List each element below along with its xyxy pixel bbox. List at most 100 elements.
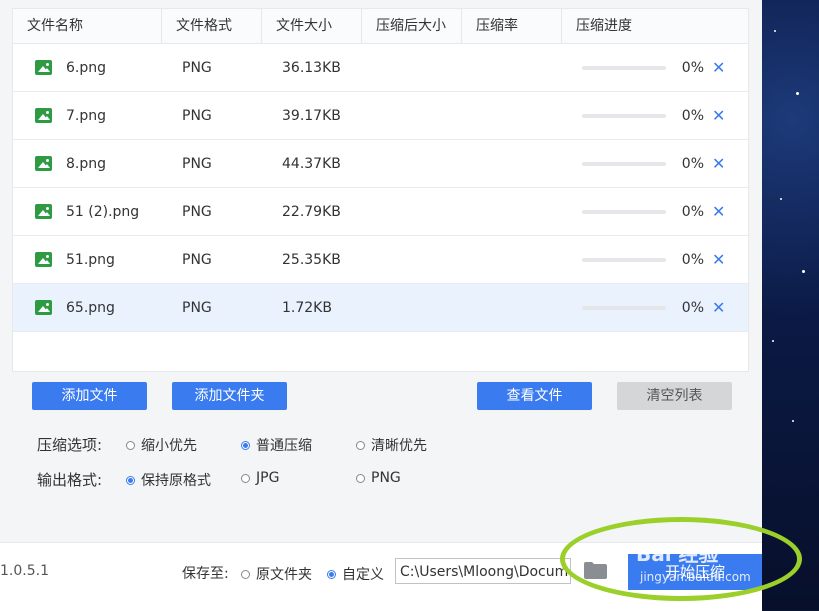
image-file-icon xyxy=(35,60,52,75)
progress-bar xyxy=(582,305,666,310)
star xyxy=(792,420,794,422)
file-format: PNG xyxy=(182,155,212,172)
desktop-background xyxy=(762,0,819,610)
file-format: PNG xyxy=(182,107,212,124)
output-format-png[interactable]: PNG xyxy=(356,470,401,486)
header-compression-rate: 压缩率 xyxy=(462,9,562,43)
file-name: 51 (2).png xyxy=(66,203,140,220)
table-row[interactable]: 51 (2).png PNG 22.79KB 0% ✕ xyxy=(13,188,748,236)
table-row[interactable]: 6.png PNG 36.13KB 0% ✕ xyxy=(13,44,748,92)
progress-bar xyxy=(582,161,666,166)
file-size: 1.72KB xyxy=(282,299,332,316)
radio-button[interactable] xyxy=(356,473,365,483)
progress-percent: 0% xyxy=(681,203,704,220)
save-option-custom[interactable]: 自定义 xyxy=(327,564,384,584)
header-file-size: 文件大小 xyxy=(262,9,362,43)
view-files-button[interactable]: 查看文件 xyxy=(477,382,592,410)
close-icon[interactable]: ✕ xyxy=(712,106,725,125)
compress-option-smaller[interactable]: 缩小优先 xyxy=(126,435,197,455)
file-name-cell: 7.png xyxy=(13,108,162,124)
file-format: PNG xyxy=(182,251,212,268)
radio-label: 保持原格式 xyxy=(141,473,211,489)
output-format-jpg[interactable]: JPG xyxy=(241,470,279,486)
compress-options-label: 压缩选项: xyxy=(37,436,103,454)
progress-cell: 0% ✕ xyxy=(562,154,746,173)
file-size: 25.35KB xyxy=(282,251,341,268)
output-path-input[interactable]: C:\Users\Mloong\Documents xyxy=(395,558,571,584)
table-body: 6.png PNG 36.13KB 0% ✕ 7.png PNG 39.17KB… xyxy=(13,44,748,332)
radio-button[interactable] xyxy=(356,440,365,450)
radio-label: 原文件夹 xyxy=(256,567,312,583)
progress-cell: 0% ✕ xyxy=(562,250,746,269)
star xyxy=(780,198,782,200)
radio-button[interactable] xyxy=(241,473,250,483)
header-compressed-size: 压缩后大小 xyxy=(362,9,462,43)
header-file-name: 文件名称 xyxy=(13,9,162,43)
file-name-cell: 65.png xyxy=(13,300,162,316)
progress-percent: 0% xyxy=(681,251,704,268)
radio-label: 普通压缩 xyxy=(256,438,312,454)
version-text: 1.0.5.1 xyxy=(0,563,49,579)
file-size: 22.79KB xyxy=(282,203,341,220)
table-row[interactable]: 51.png PNG 25.35KB 0% ✕ xyxy=(13,236,748,284)
radio-button[interactable] xyxy=(241,440,250,450)
radio-button[interactable] xyxy=(327,569,336,579)
progress-bar xyxy=(582,65,666,70)
close-icon[interactable]: ✕ xyxy=(712,298,725,317)
radio-label: 清晰优先 xyxy=(371,438,427,454)
star xyxy=(802,270,805,273)
radio-label: 自定义 xyxy=(342,567,384,583)
radio-button[interactable] xyxy=(126,440,135,450)
compress-option-clarity[interactable]: 清晰优先 xyxy=(356,435,427,455)
progress-cell: 0% ✕ xyxy=(562,58,746,77)
table-row[interactable]: 8.png PNG 44.37KB 0% ✕ xyxy=(13,140,748,188)
progress-cell: 0% ✕ xyxy=(562,106,746,125)
progress-bar xyxy=(582,257,666,262)
header-progress: 压缩进度 xyxy=(576,18,632,34)
save-option-original-folder[interactable]: 原文件夹 xyxy=(241,564,312,584)
clear-list-button[interactable]: 清空列表 xyxy=(617,382,732,410)
progress-percent: 0% xyxy=(681,299,704,316)
file-format: PNG xyxy=(182,299,212,316)
compress-option-normal[interactable]: 普通压缩 xyxy=(241,435,312,455)
progress-percent: 0% xyxy=(681,155,704,172)
image-file-icon xyxy=(35,156,52,171)
progress-percent: 0% xyxy=(681,59,704,76)
close-icon[interactable]: ✕ xyxy=(712,250,725,269)
table-header: 文件名称 文件格式 文件大小 压缩后大小 压缩率 压缩进度 xyxy=(13,9,748,44)
radio-label: PNG xyxy=(371,470,401,486)
star xyxy=(774,30,776,32)
file-size: 39.17KB xyxy=(282,107,341,124)
file-name-cell: 8.png xyxy=(13,156,162,172)
file-name-cell: 51.png xyxy=(13,252,162,268)
header-file-format: 文件格式 xyxy=(162,9,262,43)
radio-button[interactable] xyxy=(126,475,135,485)
radio-label: 缩小优先 xyxy=(141,438,197,454)
add-folder-button[interactable]: 添加文件夹 xyxy=(172,382,287,410)
file-format: PNG xyxy=(182,59,212,76)
output-format-original[interactable]: 保持原格式 xyxy=(126,470,211,490)
star xyxy=(772,340,774,342)
file-format: PNG xyxy=(182,203,212,220)
save-to-label: 保存至: xyxy=(182,566,229,582)
progress-bar xyxy=(582,209,666,214)
radio-button[interactable] xyxy=(241,569,250,579)
file-name-cell: 6.png xyxy=(13,60,162,76)
close-icon[interactable]: ✕ xyxy=(712,202,725,221)
close-icon[interactable]: ✕ xyxy=(712,154,725,173)
radio-label: JPG xyxy=(256,470,280,486)
file-name: 65.png xyxy=(66,299,115,316)
file-size: 44.37KB xyxy=(282,155,341,172)
table-row[interactable]: 65.png PNG 1.72KB 0% ✕ xyxy=(13,284,748,332)
file-table: 文件名称 文件格式 文件大小 压缩后大小 压缩率 压缩进度 6.png PNG … xyxy=(12,8,749,372)
close-icon[interactable]: ✕ xyxy=(712,58,725,77)
file-name: 6.png xyxy=(66,59,107,76)
progress-percent: 0% xyxy=(681,107,704,124)
image-file-icon xyxy=(35,252,52,267)
progress-bar xyxy=(582,113,666,118)
file-name: 8.png xyxy=(66,155,107,172)
table-row[interactable]: 7.png PNG 39.17KB 0% ✕ xyxy=(13,92,748,140)
add-file-button[interactable]: 添加文件 xyxy=(32,382,147,410)
image-file-icon xyxy=(35,204,52,219)
file-name: 7.png xyxy=(66,107,107,124)
